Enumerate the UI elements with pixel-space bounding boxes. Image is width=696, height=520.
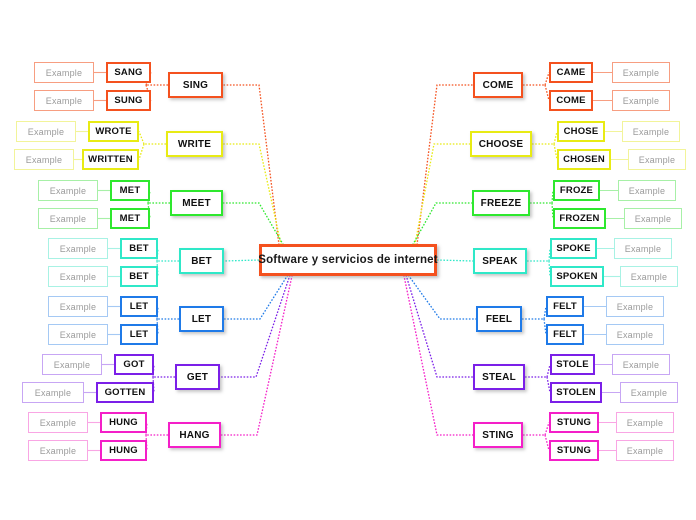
sub-node-meet-2[interactable]: MET	[110, 208, 150, 229]
leaf-node-come-1[interactable]: Example	[612, 62, 670, 83]
main-node-hang[interactable]: HANG	[168, 422, 221, 448]
sub-node-sting-1[interactable]: STUNG	[549, 412, 599, 433]
main-node-let[interactable]: LET	[179, 306, 224, 332]
leaf-node-meet-1[interactable]: Example	[38, 180, 98, 201]
sub-node-sting-2[interactable]: STUNG	[549, 440, 599, 461]
leaf-node-bet-1[interactable]: Example	[48, 238, 108, 259]
main-node-come[interactable]: COME	[473, 72, 523, 98]
connector	[138, 131, 145, 145]
sub-node-hang-1[interactable]: HUNG	[100, 412, 147, 433]
main-node-bet[interactable]: BET	[179, 248, 224, 274]
sub-node-freeze-1[interactable]: FROZE	[553, 180, 600, 201]
leaf-node-hang-2[interactable]: Example	[28, 440, 88, 461]
connector	[223, 143, 282, 246]
connector	[407, 274, 476, 320]
sub-node-write-2[interactable]: WRITTEN	[82, 149, 139, 170]
sub-node-come-1[interactable]: CAME	[549, 62, 593, 83]
leaf-node-write-1[interactable]: Example	[16, 121, 76, 142]
connector	[414, 143, 470, 246]
leaf-node-let-1[interactable]: Example	[48, 296, 108, 317]
main-node-meet[interactable]: MEET	[170, 190, 223, 216]
connector	[223, 202, 284, 246]
sub-node-sing-2[interactable]: SUNG	[106, 90, 151, 111]
connector	[221, 274, 293, 436]
leaf-node-come-2[interactable]: Example	[612, 90, 670, 111]
connector	[220, 274, 291, 378]
sub-node-sing-1[interactable]: SANG	[106, 62, 151, 83]
main-node-freeze[interactable]: FREEZE	[472, 190, 530, 216]
connector	[416, 84, 473, 246]
main-node-write[interactable]: WRITE	[166, 131, 223, 157]
connector	[138, 143, 145, 160]
leaf-node-choose-1[interactable]: Example	[622, 121, 680, 142]
leaf-node-feel-1[interactable]: Example	[606, 296, 664, 317]
connector	[224, 274, 289, 320]
sub-node-hang-2[interactable]: HUNG	[100, 440, 147, 461]
sub-node-steal-1[interactable]: STOLE	[550, 354, 595, 375]
sub-node-feel-1[interactable]: FELT	[546, 296, 584, 317]
main-node-get[interactable]: GET	[175, 364, 220, 390]
connector	[223, 84, 280, 246]
leaf-node-let-2[interactable]: Example	[48, 324, 108, 345]
sub-node-feel-2[interactable]: FELT	[546, 324, 584, 345]
leaf-node-get-1[interactable]: Example	[42, 354, 102, 375]
sub-node-come-2[interactable]: COME	[549, 90, 593, 111]
sub-node-write-1[interactable]: WROTE	[88, 121, 139, 142]
leaf-node-bet-2[interactable]: Example	[48, 266, 108, 287]
connector	[403, 274, 473, 436]
sub-node-get-2[interactable]: GOTTEN	[96, 382, 154, 403]
sub-node-bet-2[interactable]: BET	[120, 266, 158, 287]
sub-node-speak-2[interactable]: SPOKEN	[550, 266, 604, 287]
leaf-node-sting-1[interactable]: Example	[616, 412, 674, 433]
sub-node-steal-2[interactable]: STOLEN	[550, 382, 602, 403]
leaf-node-sting-2[interactable]: Example	[616, 440, 674, 461]
leaf-node-freeze-2[interactable]: Example	[624, 208, 682, 229]
main-node-feel[interactable]: FEEL	[476, 306, 522, 332]
sub-node-choose-2[interactable]: CHOSEN	[557, 149, 611, 170]
mindmap-canvas: Software y servicios de internet SING SANG…	[0, 0, 696, 520]
leaf-node-hang-1[interactable]: Example	[28, 412, 88, 433]
leaf-node-steal-2[interactable]: Example	[620, 382, 678, 403]
connector	[405, 274, 473, 378]
main-node-choose[interactable]: CHOOSE	[470, 131, 532, 157]
sub-node-get-1[interactable]: GOT	[114, 354, 154, 375]
leaf-node-feel-2[interactable]: Example	[606, 324, 664, 345]
sub-node-let-2[interactable]: LET	[120, 324, 158, 345]
leaf-node-speak-2[interactable]: Example	[620, 266, 678, 287]
leaf-node-choose-2[interactable]: Example	[628, 149, 686, 170]
sub-node-meet-1[interactable]: MET	[110, 180, 150, 201]
leaf-node-get-2[interactable]: Example	[22, 382, 84, 403]
main-node-sting[interactable]: STING	[473, 422, 523, 448]
leaf-node-steal-1[interactable]: Example	[612, 354, 670, 375]
main-node-steal[interactable]: STEAL	[473, 364, 525, 390]
center-node[interactable]: Software y servicios de internet	[258, 244, 438, 276]
leaf-node-meet-2[interactable]: Example	[38, 208, 98, 229]
connector	[412, 202, 472, 246]
leaf-node-speak-1[interactable]: Example	[614, 238, 672, 259]
sub-node-bet-1[interactable]: BET	[120, 238, 158, 259]
leaf-node-freeze-1[interactable]: Example	[618, 180, 676, 201]
leaf-node-write-2[interactable]: Example	[14, 149, 74, 170]
sub-node-choose-1[interactable]: CHOSE	[557, 121, 605, 142]
main-node-sing[interactable]: SING	[168, 72, 223, 98]
sub-node-let-1[interactable]: LET	[120, 296, 158, 317]
main-node-speak[interactable]: SPEAK	[473, 248, 527, 274]
connector	[436, 259, 474, 262]
connector	[223, 259, 260, 262]
leaf-node-sing-2[interactable]: Example	[34, 90, 94, 111]
leaf-node-sing-1[interactable]: Example	[34, 62, 94, 83]
sub-node-speak-1[interactable]: SPOKE	[550, 238, 597, 259]
sub-node-freeze-2[interactable]: FROZEN	[553, 208, 606, 229]
